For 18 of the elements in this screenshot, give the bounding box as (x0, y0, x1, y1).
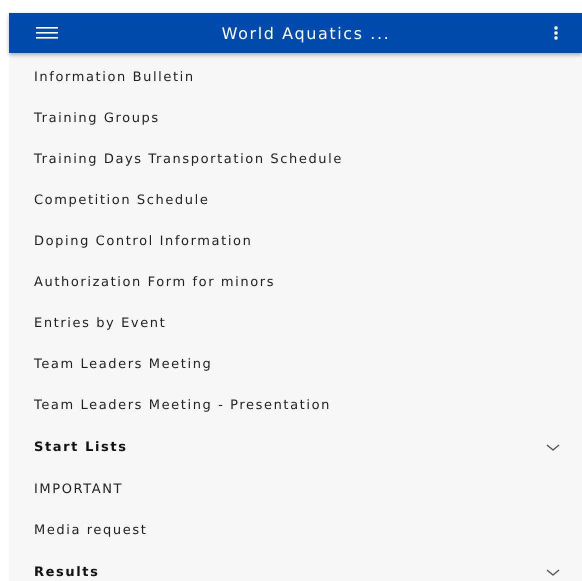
menu-item[interactable]: Training Groups (9, 98, 582, 139)
menu-icon[interactable] (36, 27, 58, 39)
menu-item[interactable]: Entries by Event (9, 303, 582, 344)
chevron-icon[interactable] (546, 568, 560, 576)
menu-item[interactable]: Information Bulletin (9, 57, 582, 98)
menu-item[interactable]: Team Leaders Meeting (9, 344, 582, 385)
section-header[interactable]: Results (34, 565, 100, 580)
menu-item[interactable]: Competition Schedule (9, 180, 582, 221)
menu-item[interactable]: Authorization Form for minors (9, 262, 582, 303)
section-header[interactable]: Start Lists (34, 440, 128, 455)
menu-item[interactable]: IMPORTANT (9, 469, 582, 510)
chevron-icon[interactable] (546, 444, 560, 452)
menu-item[interactable]: Team Leaders Meeting - Presentation (9, 385, 582, 426)
more-options-icon[interactable] (554, 26, 558, 40)
menu-item[interactable]: Doping Control Information (9, 221, 582, 262)
menu-item[interactable]: Media request (9, 510, 582, 551)
app-title: World Aquatics ... (220, 24, 392, 42)
menu-item[interactable]: Training Days Transportation Schedule (9, 139, 582, 180)
